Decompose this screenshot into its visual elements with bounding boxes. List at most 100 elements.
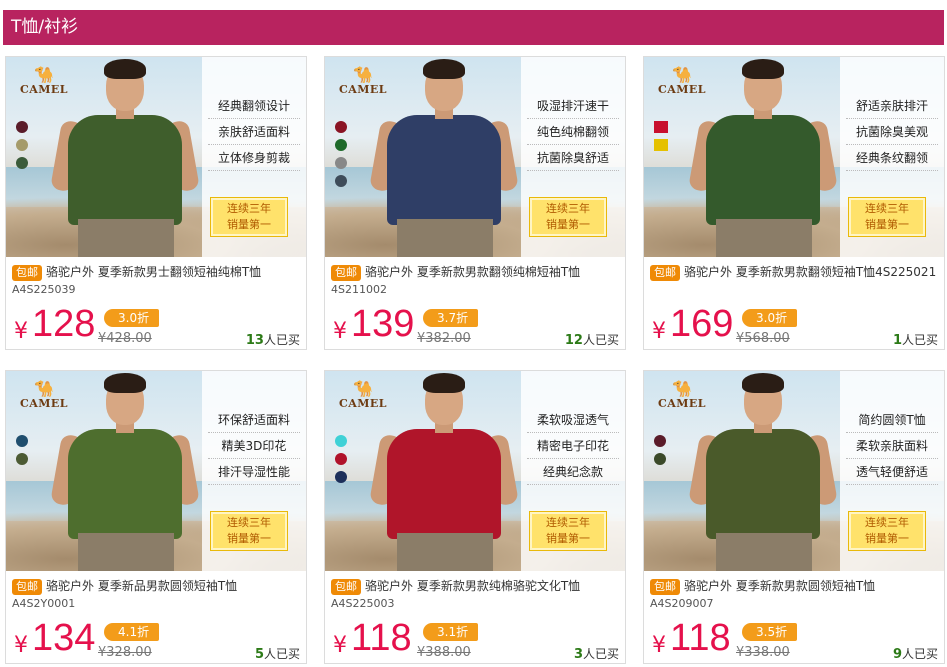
sold-suffix: 人已买	[901, 647, 938, 661]
badge-line: 连续三年	[546, 516, 590, 529]
color-swatch[interactable]	[335, 139, 347, 151]
product-title-row[interactable]: 包邮 骆驼户外 夏季新款男款翻领短袖T恤4S225021	[650, 263, 942, 281]
color-swatch[interactable]	[335, 471, 347, 483]
feature-panel: 简约圆领T恤 柔软亲肤面料 透气轻便舒适 连续三年 销量第一	[840, 371, 944, 571]
product-title-row[interactable]: 包邮 骆驼户外 夏季新款男款翻领纯棉短袖T恤	[331, 263, 623, 281]
discount-badge: 3.0折	[742, 309, 798, 327]
model-figure	[365, 57, 535, 257]
product-photo[interactable]: 🐪 CAMEL 吸湿排汗速干 纯色纯棉翻领 抗菌除臭舒适 连续三年 销量第一	[325, 57, 625, 257]
model-pants	[397, 533, 493, 571]
product-title[interactable]: 骆驼户外 夏季新款男款翻领纯棉短袖T恤	[365, 265, 580, 279]
color-swatch[interactable]	[654, 453, 666, 465]
shirt-shape	[68, 115, 182, 225]
color-swatch[interactable]	[654, 139, 668, 151]
model-pants	[716, 219, 812, 257]
product-card[interactable]: 🐪 CAMEL 吸湿排汗速干 纯色纯棉翻领 抗菌除臭舒适 连续三年 销量第一 包…	[324, 56, 626, 350]
model-hair	[423, 59, 465, 79]
product-title[interactable]: 骆驼户外 夏季新款男款翻领短袖T恤4S225021	[684, 265, 936, 279]
color-swatch[interactable]	[335, 121, 347, 133]
product-title[interactable]: 骆驼户外 夏季新品男款圆领短袖T恤	[46, 579, 237, 593]
free-shipping-tag: 包邮	[650, 265, 680, 281]
color-swatch[interactable]	[16, 121, 28, 133]
product-photo[interactable]: 🐪 CAMEL 经典翻领设计 亲肤舒适面料 立体修身剪裁 连续三年 销量第一	[6, 57, 306, 257]
product-card[interactable]: 🐪 CAMEL 简约圆领T恤 柔软亲肤面料 透气轻便舒适 连续三年 销量第一 包…	[643, 370, 945, 664]
product-card[interactable]: 🐪 CAMEL 柔软吸湿透气 精密电子印花 经典纪念款 连续三年 销量第一 包邮…	[324, 370, 626, 664]
feature-text: 亲肤舒适面料	[208, 119, 300, 145]
color-swatch[interactable]	[335, 435, 347, 447]
sales-badge: 连续三年 销量第一	[529, 511, 607, 551]
product-photo[interactable]: 🐪 CAMEL 环保舒适面料 精美3D印花 排汗导湿性能 连续三年 销量第一	[6, 371, 306, 571]
model-pants	[716, 533, 812, 571]
product-photo[interactable]: 🐪 CAMEL 简约圆领T恤 柔软亲肤面料 透气轻便舒适 连续三年 销量第一	[644, 371, 944, 571]
discount-badge: 4.1折	[104, 623, 160, 641]
color-swatch[interactable]	[335, 453, 347, 465]
product-title[interactable]: 骆驼户外 夏季新款男款纯棉骆驼文化T恤	[365, 579, 580, 593]
model-pants	[78, 219, 174, 257]
product-title-row[interactable]: 包邮 骆驼户外 夏季新款男款纯棉骆驼文化T恤	[331, 577, 623, 595]
currency-symbol: ¥	[333, 319, 347, 344]
color-swatch[interactable]	[16, 139, 28, 151]
product-sku: A4S225039	[12, 283, 76, 296]
feature-text: 精密电子印花	[527, 433, 619, 459]
model-figure	[365, 371, 535, 571]
model-figure	[46, 371, 216, 571]
sale-price: 128	[32, 303, 96, 345]
section-header: T恤/衬衫	[3, 10, 944, 45]
sale-price: 139	[351, 303, 415, 345]
product-title-row[interactable]: 包邮 骆驼户外 夏季新品男款圆领短袖T恤	[12, 577, 304, 595]
product-card[interactable]: 🐪 CAMEL 环保舒适面料 精美3D印花 排汗导湿性能 连续三年 销量第一 包…	[5, 370, 307, 664]
product-card[interactable]: 🐪 CAMEL 经典翻领设计 亲肤舒适面料 立体修身剪裁 连续三年 销量第一 包…	[5, 56, 307, 350]
badge-line: 连续三年	[227, 516, 271, 529]
discount-badge: 3.7折	[423, 309, 479, 327]
product-title-row[interactable]: 包邮 骆驼户外 夏季新款男士翻领短袖纯棉T恤	[12, 263, 304, 281]
color-swatch[interactable]	[654, 435, 666, 447]
price-row: ¥ 169 3.0折 ¥568.00 1人已买	[650, 303, 942, 348]
color-swatches	[654, 121, 668, 157]
model-figure	[684, 57, 854, 257]
badge-line: 销量第一	[865, 218, 909, 231]
sold-number: 1	[892, 333, 902, 348]
sales-badge: 连续三年 销量第一	[529, 197, 607, 237]
badge-line: 销量第一	[227, 532, 271, 545]
free-shipping-tag: 包邮	[331, 265, 361, 281]
product-title-row[interactable]: 包邮 骆驼户外 夏季新款男款圆领短袖T恤	[650, 577, 942, 595]
currency-symbol: ¥	[652, 633, 666, 658]
product-title[interactable]: 骆驼户外 夏季新款男士翻领短袖纯棉T恤	[46, 265, 261, 279]
product-photo[interactable]: 🐪 CAMEL 舒适亲肤排汗 抗菌除臭美观 经典条纹翻领 连续三年 销量第一	[644, 57, 944, 257]
feature-text: 环保舒适面料	[208, 407, 300, 433]
color-swatches	[16, 121, 28, 175]
shirt-shape	[387, 115, 501, 225]
feature-text: 透气轻便舒适	[846, 459, 938, 485]
badge-line: 连续三年	[227, 202, 271, 215]
model-hair	[742, 59, 784, 79]
color-swatch[interactable]	[16, 435, 28, 447]
feature-text: 舒适亲肤排汗	[846, 93, 938, 119]
color-swatch[interactable]	[16, 453, 28, 465]
model-pants	[78, 533, 174, 571]
discount-badge: 3.0折	[104, 309, 160, 327]
badge-line: 销量第一	[546, 532, 590, 545]
feature-text: 经典条纹翻领	[846, 145, 938, 171]
sold-suffix: 人已买	[263, 333, 300, 347]
model-figure	[684, 371, 854, 571]
product-title[interactable]: 骆驼户外 夏季新款男款圆领短袖T恤	[684, 579, 875, 593]
free-shipping-tag: 包邮	[12, 579, 42, 595]
currency-symbol: ¥	[333, 633, 347, 658]
color-swatch[interactable]	[335, 157, 347, 169]
shirt-shape	[387, 429, 501, 539]
feature-text: 经典翻领设计	[208, 93, 300, 119]
badge-line: 连续三年	[865, 516, 909, 529]
product-photo[interactable]: 🐪 CAMEL 柔软吸湿透气 精密电子印花 经典纪念款 连续三年 销量第一	[325, 371, 625, 571]
sold-suffix: 人已买	[901, 333, 938, 347]
sold-count: 12人已买	[565, 331, 619, 348]
color-swatch[interactable]	[654, 121, 668, 133]
feature-text: 吸湿排汗速干	[527, 93, 619, 119]
discount-badge: 3.5折	[742, 623, 798, 641]
sale-price: 134	[32, 617, 96, 659]
product-card[interactable]: 🐪 CAMEL 舒适亲肤排汗 抗菌除臭美观 经典条纹翻领 连续三年 销量第一 包…	[643, 56, 945, 350]
badge-line: 连续三年	[546, 202, 590, 215]
currency-symbol: ¥	[14, 319, 28, 344]
color-swatch[interactable]	[335, 175, 347, 187]
color-swatch[interactable]	[16, 157, 28, 169]
sold-number: 3	[573, 647, 583, 662]
